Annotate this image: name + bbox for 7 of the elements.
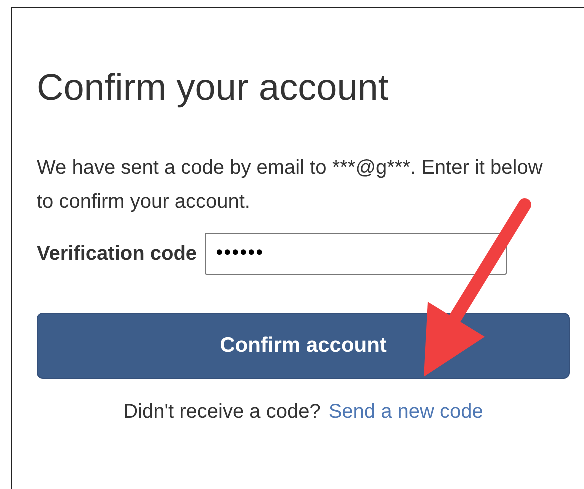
field-label: Verification code (37, 242, 198, 267)
resend-prompt: Didn't receive a code? (124, 400, 321, 425)
confirm-account-button[interactable]: Confirm account (37, 312, 570, 379)
instruction-text: We have sent a code by email to ***@g***. Enter it below to confirm your account. (37, 156, 544, 215)
page-title: Confirm your account (37, 68, 390, 109)
verification-code-field[interactable]: •••••• (205, 232, 508, 275)
send-new-code-link[interactable]: Send a new code (328, 396, 484, 427)
